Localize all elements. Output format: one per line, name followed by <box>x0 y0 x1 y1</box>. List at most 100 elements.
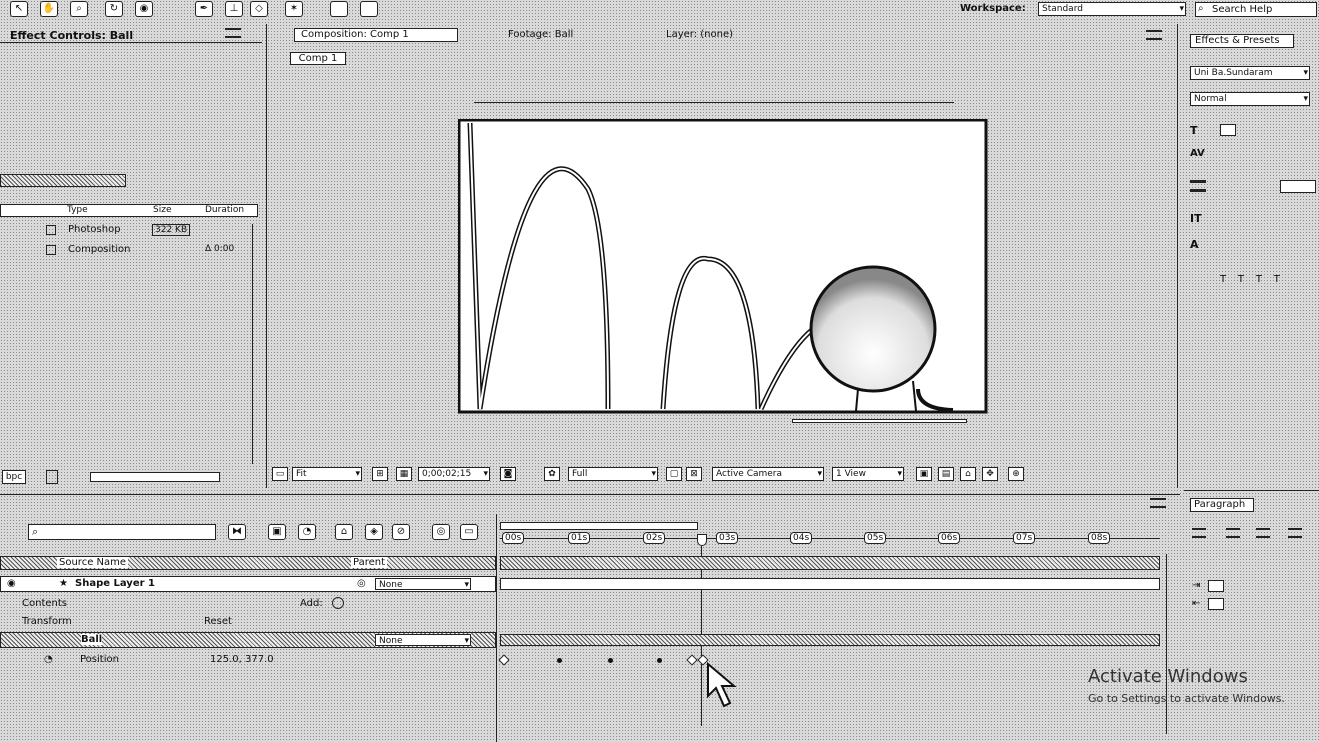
keyframe[interactable] <box>657 658 662 663</box>
workspace-dropdown[interactable]: Standard <box>1038 2 1186 16</box>
timeline-search-field[interactable]: ⌕ <box>28 524 216 540</box>
flowchart-icon[interactable]: ✥ <box>982 467 998 481</box>
live-update-icon[interactable]: ◎ <box>432 524 450 540</box>
search-icon: ⌕ <box>1198 3 1204 14</box>
parent-dropdown[interactable]: None <box>375 634 471 646</box>
list-item[interactable]: Composition Δ 0:00 <box>0 244 258 258</box>
panel-menu-icon[interactable] <box>1146 30 1162 40</box>
puppet-tool-icon[interactable]: ✶ <box>285 1 303 17</box>
stroke-width-field[interactable] <box>1280 180 1316 193</box>
resolution-dropdown[interactable]: Full <box>568 467 658 481</box>
fast-preview-icon[interactable]: ▤ <box>938 467 954 481</box>
indent-field[interactable] <box>1208 580 1224 592</box>
stamp-tool-icon[interactable]: ⊥ <box>225 1 243 17</box>
keyframe[interactable] <box>498 654 510 666</box>
font-style-dropdown[interactable]: Normal <box>1190 92 1310 106</box>
eraser-tool-icon[interactable]: ◇ <box>250 1 268 17</box>
camera-tool-icon[interactable]: ◉ <box>135 1 153 17</box>
trash-icon[interactable] <box>46 470 58 484</box>
fill-color-icon[interactable] <box>1190 180 1206 192</box>
always-preview-icon[interactable]: ▭ <box>272 467 288 481</box>
checkbox-icon[interactable] <box>330 1 348 17</box>
snapshot-icon[interactable]: ◙ <box>500 467 516 481</box>
space-before-field[interactable] <box>1208 598 1224 610</box>
transparency-grid-icon[interactable]: ⊠ <box>686 467 702 481</box>
list-item[interactable]: Photoshop 322 KB <box>0 224 258 238</box>
motion-blur-icon[interactable]: ◈ <box>365 524 383 540</box>
hide-shy-layers-icon[interactable]: ◔ <box>298 524 316 540</box>
project-item-duration: Δ 0:00 <box>205 244 235 254</box>
comp-mini-flowchart-icon[interactable]: ⧓ <box>228 524 246 540</box>
eye-icon[interactable]: ◉ <box>7 578 16 589</box>
work-area-bar[interactable] <box>500 522 698 530</box>
checkbox-icon-2[interactable] <box>360 1 378 17</box>
rotate-tool-icon[interactable]: ↻ <box>105 1 123 17</box>
frame-blending-icon[interactable]: ⌂ <box>335 524 353 540</box>
add-button[interactable]: Add: <box>300 598 323 609</box>
project-column-type[interactable]: Type <box>67 205 88 215</box>
panel-menu-icon[interactable] <box>225 28 241 38</box>
position-value[interactable]: 125.0, 377.0 <box>210 654 274 665</box>
views-dropdown[interactable]: 1 View <box>832 467 904 481</box>
project-column-duration[interactable]: Duration <box>205 205 244 215</box>
keyframe[interactable] <box>608 658 613 663</box>
table-row[interactable]: Ball None <box>0 632 496 648</box>
exposure-icon[interactable]: ⊕ <box>1008 467 1024 481</box>
search-help-field[interactable]: ⌕ Search Help <box>1195 2 1317 17</box>
stopwatch-icon[interactable]: ◔ <box>44 654 53 665</box>
align-left-icon[interactable] <box>1192 528 1206 538</box>
current-time-indicator[interactable] <box>697 534 707 546</box>
grid-icon[interactable]: ⊞ <box>372 467 388 481</box>
project-search-bar[interactable] <box>0 174 126 187</box>
font-size-field[interactable] <box>1220 124 1236 136</box>
paragraph-tab[interactable]: Paragraph <box>1190 498 1254 512</box>
parent-spiral-icon[interactable]: ◎ <box>357 578 366 589</box>
divider <box>1184 490 1319 491</box>
align-right-icon[interactable] <box>1256 528 1270 538</box>
hand-tool-icon[interactable]: ✋ <box>40 1 58 17</box>
toggle-pixel-icon[interactable]: ▣ <box>916 467 932 481</box>
magnification-dropdown[interactable]: Fit <box>292 467 362 481</box>
transform-row-label[interactable]: Transform <box>22 616 72 627</box>
parent-dropdown[interactable]: None <box>375 578 471 590</box>
tab-layer[interactable]: Layer: (none) <box>666 29 733 40</box>
keyframe[interactable] <box>557 658 562 663</box>
text-style-buttons[interactable]: TTTT <box>1220 274 1292 285</box>
tab-composition[interactable]: Composition: Comp 1 <box>294 28 458 42</box>
tab-footage[interactable]: Footage: Ball <box>508 29 573 40</box>
add-icon[interactable] <box>332 597 344 609</box>
align-center-icon[interactable] <box>1226 528 1240 538</box>
current-time-display[interactable]: 0;00;02;15 <box>418 467 490 481</box>
reset-link[interactable]: Reset <box>204 616 232 627</box>
comp-canvas[interactable] <box>458 119 988 419</box>
effects-presets-tab[interactable]: Effects & Presets <box>1190 34 1294 48</box>
parent-column[interactable]: Parent <box>351 557 388 568</box>
project-slider[interactable] <box>90 472 220 482</box>
table-row[interactable]: ◉ ★ Shape Layer 1 ◎ None <box>0 576 496 592</box>
project-column-size[interactable]: Size <box>153 205 171 215</box>
selection-tool-icon[interactable]: ↖ <box>10 1 28 17</box>
track-bar[interactable] <box>500 634 1160 646</box>
keyframe[interactable] <box>686 654 698 666</box>
zoom-tool-icon[interactable]: ⌕ <box>70 1 88 17</box>
justify-icon[interactable] <box>1288 528 1302 538</box>
region-of-interest-icon[interactable]: ▢ <box>666 467 682 481</box>
track-bar[interactable] <box>500 578 1160 590</box>
comment-icon[interactable]: ▭ <box>460 524 478 540</box>
source-name-column[interactable]: Source Name <box>57 557 129 568</box>
timeline-scrollbar[interactable] <box>1166 554 1167 734</box>
bpc-button[interactable]: bpc <box>2 470 26 484</box>
timeline-icon[interactable]: ⌂ <box>960 467 976 481</box>
scrollbar[interactable] <box>252 224 253 464</box>
ruler-tick: 03s <box>716 532 739 544</box>
mask-icon[interactable]: ▦ <box>396 467 412 481</box>
pen-tool-icon[interactable]: ✒ <box>195 1 213 17</box>
font-family-dropdown[interactable]: Uni Ba.Sundaram <box>1190 66 1310 80</box>
comp-subtab[interactable]: Comp 1 <box>290 52 346 65</box>
contents-row-label[interactable]: Contents <box>22 598 67 609</box>
panel-menu-icon[interactable] <box>1150 498 1166 508</box>
color-channel-icon[interactable]: ✿ <box>544 467 560 481</box>
graph-editor-icon[interactable]: ⊘ <box>392 524 410 540</box>
draft-3d-icon[interactable]: ▣ <box>268 524 286 540</box>
camera-dropdown[interactable]: Active Camera <box>712 467 824 481</box>
